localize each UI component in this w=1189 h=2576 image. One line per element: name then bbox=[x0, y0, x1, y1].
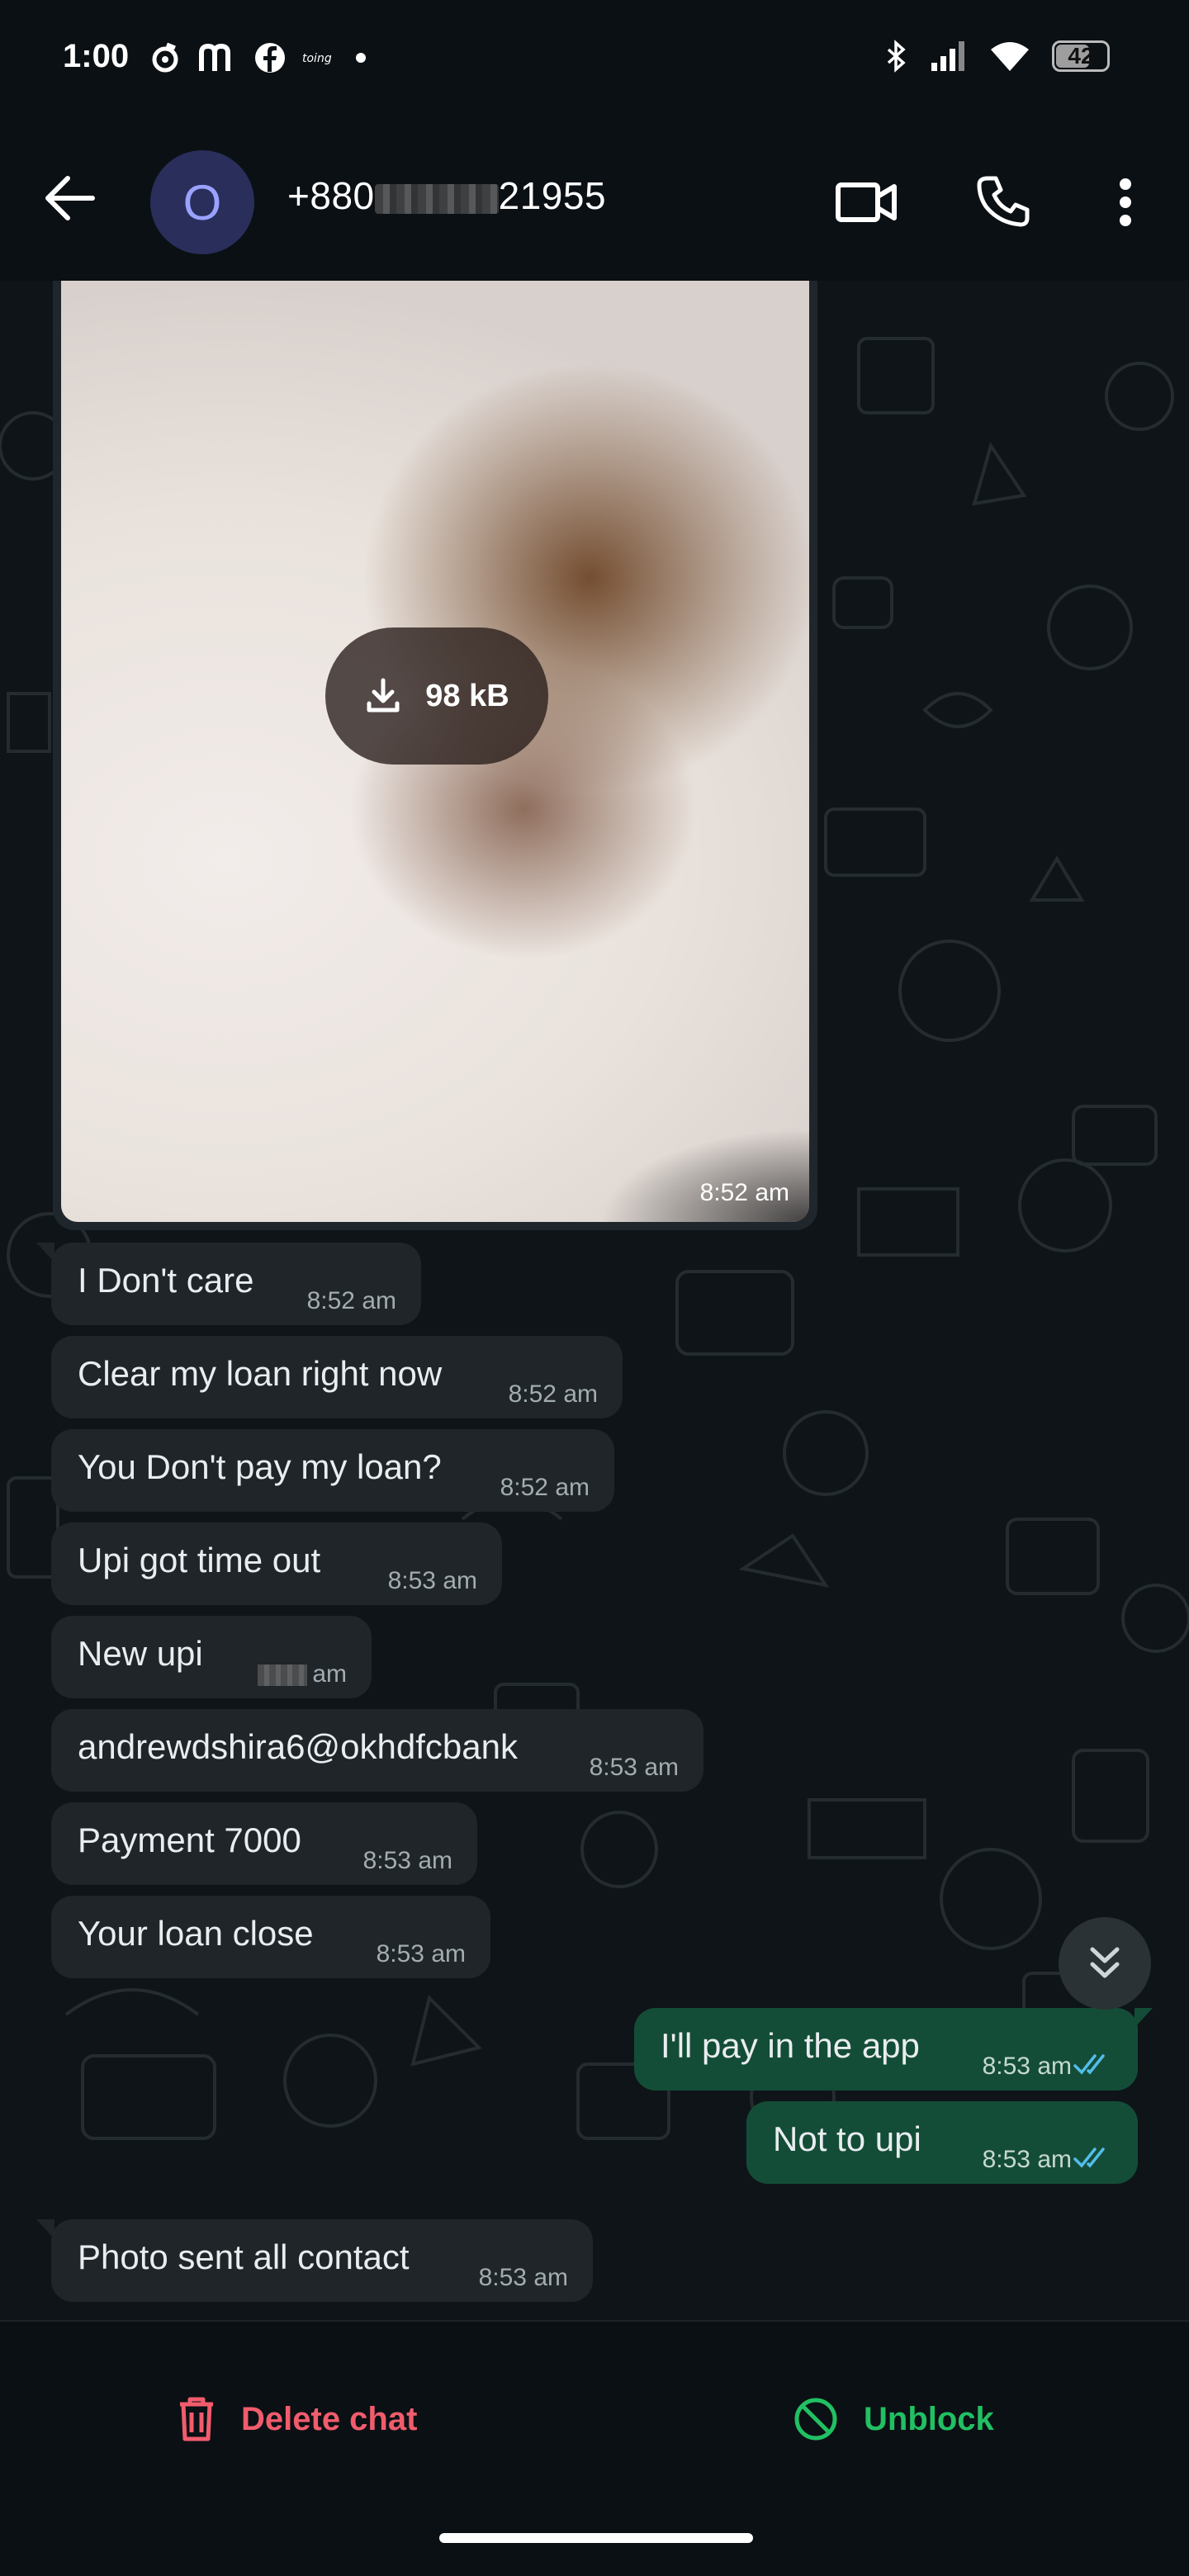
contact-number-prefix: +880 bbox=[287, 174, 375, 217]
double-chevron-down-icon bbox=[1090, 1947, 1120, 1978]
outgoing-message[interactable]: I'll pay in the app 8:53 am bbox=[634, 2008, 1153, 2091]
more-options-button[interactable] bbox=[1088, 165, 1163, 239]
battery-percent: 42 bbox=[1068, 43, 1094, 69]
contact-number-suffix: 21955 bbox=[498, 174, 607, 217]
back-arrow-icon bbox=[45, 176, 95, 220]
phone-icon bbox=[977, 176, 1030, 227]
incoming-message[interactable]: andrewdshira6@okhdfcbank 8:53 am bbox=[51, 1709, 703, 1792]
blurred-time-digits bbox=[258, 1664, 308, 1687]
unblock-label: Unblock bbox=[864, 2400, 994, 2437]
scroll-to-bottom-button[interactable] bbox=[1059, 1917, 1151, 2010]
message-text: I'll pay in the app bbox=[661, 2026, 920, 2065]
incoming-message[interactable]: Payment 7000 8:53 am bbox=[51, 1802, 477, 1885]
contact-name[interactable]: +880 21955 bbox=[287, 173, 606, 218]
block-icon bbox=[794, 2398, 837, 2441]
message-time: 8:53 am bbox=[982, 2146, 1072, 2173]
delete-chat-label: Delete chat bbox=[241, 2400, 418, 2437]
dot-icon bbox=[356, 53, 366, 63]
system-icons: 42 bbox=[883, 40, 1110, 73]
message-time: 8:53 am bbox=[362, 1847, 452, 1874]
notification-icons: toing bbox=[149, 41, 373, 74]
more-vert-icon bbox=[1120, 178, 1131, 226]
battery-icon: 42 bbox=[1052, 40, 1110, 72]
signal-icon bbox=[931, 41, 964, 71]
download-button[interactable]: 98 kB bbox=[325, 627, 548, 765]
video-call-button[interactable] bbox=[829, 165, 903, 239]
message-text: Payment 7000 bbox=[78, 1821, 301, 1859]
voice-call-button[interactable] bbox=[966, 165, 1040, 239]
blocked-actions-bar: Delete chat Unblock bbox=[0, 2320, 1189, 2576]
status-bar: 1:00 toing 42 bbox=[0, 0, 1189, 116]
avatar[interactable]: O bbox=[150, 150, 254, 254]
incoming-message[interactable]: Upi got time out 8:53 am bbox=[51, 1522, 502, 1605]
message-time: 8:53 am bbox=[387, 1567, 477, 1594]
message-time: 8:52 am bbox=[508, 1380, 598, 1408]
message-text: You Don't pay my loan? bbox=[78, 1447, 442, 1486]
incoming-message[interactable]: I Don't care 8:52 am bbox=[36, 1243, 421, 1325]
svg-text:toing: toing bbox=[302, 52, 332, 65]
message-time: 8:52 am bbox=[699, 1179, 789, 1206]
incoming-message[interactable]: Clear my loan right now 8:52 am bbox=[51, 1336, 623, 1418]
read-receipt-icon bbox=[1073, 2054, 1105, 2075]
message-time: 8:52 am bbox=[306, 1287, 396, 1314]
message-time: 8:53 am bbox=[478, 2264, 568, 2291]
video-call-icon bbox=[836, 182, 897, 222]
message-text: andrewdshira6@okhdfcbank bbox=[78, 1727, 518, 1766]
bluetooth-icon bbox=[887, 40, 906, 73]
download-icon bbox=[367, 678, 400, 713]
toing-icon: toing bbox=[302, 52, 332, 65]
incoming-message[interactable]: Your loan close 8:53 am bbox=[51, 1896, 490, 1978]
facebook-icon bbox=[255, 43, 285, 73]
status-time: 1:00 bbox=[63, 38, 130, 74]
wifi-icon bbox=[991, 42, 1029, 71]
download-size: 98 kB bbox=[425, 678, 509, 713]
incoming-message[interactable]: You Don't pay my loan? 8:52 am bbox=[51, 1429, 614, 1512]
chat-area[interactable]: 98 kB 8:52 am I Don't care 8:52 am Clear… bbox=[0, 281, 1189, 2320]
message-time: 8:53 am bbox=[376, 1940, 466, 1968]
incoming-message[interactable]: New upi am bbox=[51, 1616, 372, 1698]
message-text: Photo sent all contact bbox=[78, 2237, 410, 2276]
unblock-button[interactable]: Unblock bbox=[793, 2396, 994, 2442]
message-text: New upi bbox=[78, 1634, 203, 1673]
message-text: I Don't care bbox=[78, 1261, 254, 1300]
read-receipt-icon bbox=[1073, 2147, 1105, 2168]
message-text: Upi got time out bbox=[78, 1541, 321, 1579]
image-message[interactable]: 98 kB 8:52 am bbox=[53, 281, 817, 1230]
message-text: Clear my loan right now bbox=[78, 1354, 443, 1393]
redacted-digits bbox=[374, 183, 499, 214]
message-time-suffix: am bbox=[312, 1660, 347, 1688]
outgoing-message[interactable]: Not to upi 8:53 am bbox=[746, 2101, 1138, 2184]
trash-icon bbox=[180, 2397, 213, 2441]
incoming-message[interactable]: Photo sent all contact 8:53 am bbox=[36, 2219, 593, 2302]
back-button[interactable] bbox=[41, 173, 99, 223]
message-time: 8:53 am bbox=[589, 1754, 679, 1781]
message-text: Your loan close bbox=[78, 1914, 314, 1953]
message-time: 8:52 am bbox=[500, 1474, 590, 1501]
message-time: am bbox=[258, 1660, 347, 1688]
chat-header: O +880 21955 bbox=[0, 116, 1189, 281]
message-text: Not to upi bbox=[773, 2119, 921, 2158]
delete-chat-button[interactable]: Delete chat bbox=[177, 2396, 417, 2442]
alarm-icon bbox=[152, 42, 178, 73]
message-time: 8:53 am bbox=[982, 2053, 1072, 2080]
m-icon bbox=[199, 43, 230, 71]
home-indicator[interactable] bbox=[439, 2533, 753, 2543]
